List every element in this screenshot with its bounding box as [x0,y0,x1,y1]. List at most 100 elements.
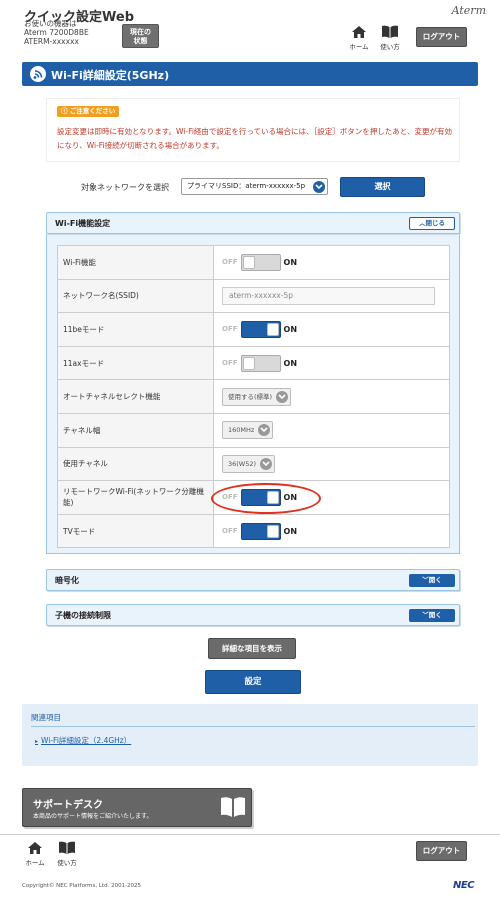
device-name: ATERM-xxxxxx [24,37,79,46]
setting-value-cell: 使用する(標準) [213,379,450,414]
toggle-knob [242,255,255,269]
book-icon [382,25,398,38]
current-status-button[interactable]: 現在の 状態 [122,24,159,48]
restriction-expand-button[interactable]: ﹀開く [409,609,455,622]
page-title-bar: Wi-Fi詳細設定(5GHz) [22,62,478,86]
toggle-track[interactable] [240,354,281,372]
setting-select[interactable]: 160MHz [222,421,274,440]
support-desk-title: サポートデスク [33,800,103,811]
howto-nav[interactable]: 使い方 [375,25,405,51]
target-network-select[interactable]: プライマリSSID：aterm-xxxxxx-5p [181,178,328,195]
ssid-input[interactable]: aterm-xxxxxx-5p [222,286,435,305]
toggle-off-label: OFF [222,359,238,368]
setting-value-cell: 160MHz [213,412,450,448]
target-network-value: プライマリSSID：aterm-xxxxxx-5p [187,182,306,190]
wifi-icon [30,66,46,82]
highlight-ring [211,483,321,514]
setting-select[interactable]: 使用する(標準) [222,387,292,406]
setting-label: 11axモード [57,345,214,381]
setting-value-cell: OFF ON [213,312,450,347]
caution-info-icon: ⓘ [61,107,70,115]
apply-settings-button[interactable]: 設定 [205,670,301,694]
setting-label: オートチャネルセレクト機能 [57,379,214,414]
howto-label: 使い方 [380,43,400,51]
restriction-section-header: 子機の接続制限 ﹀開く [46,604,460,626]
restriction-section-title: 子機の接続制限 [55,611,111,620]
toggle-knob [266,322,279,336]
encryption-section-title: 暗号化 [55,576,79,585]
related-link-label: Wi-Fi詳細設定（2.4GHz） [41,736,132,745]
encryption-expand-button[interactable]: ﹀開く [409,574,455,587]
settings-row: 11axモード OFF ON [57,345,450,381]
toggle-switch[interactable]: OFF ON [222,522,297,540]
home-icon [28,842,42,854]
target-network-label: 対象ネットワークを選択 [81,183,169,192]
toggle-on-label: ON [283,257,298,267]
collapse-button[interactable]: ︿閉じる [409,217,455,230]
caution-tag: ⓘ ご注意ください [57,106,120,117]
toggle-off-label: OFF [222,527,238,536]
support-desk-subtitle: 本商品のサポート情報をご紹介いたします。 [33,813,153,820]
show-detail-button[interactable]: 詳細な項目を表示 [208,638,296,659]
toggle-track[interactable] [240,320,281,338]
toggle-track[interactable] [240,253,281,271]
book-icon [221,797,245,817]
footer-logout-button[interactable]: ログアウト [416,841,467,861]
footer-howto-nav[interactable]: 使い方 [52,841,82,867]
book-icon [59,841,75,854]
setting-select-value: 160MHz [228,426,255,435]
home-nav[interactable]: ホーム [344,25,374,51]
settings-row: ネットワーク名(SSID) aterm-xxxxxx-5p [57,278,450,314]
page-title: Wi-Fi詳細設定(5GHz) [51,69,170,82]
collapse-label: 閉じる [425,219,446,227]
setting-select-value: 36(W52) [228,459,257,468]
settings-row: 11beモード OFF ON [57,312,450,347]
footer-home-nav[interactable]: ホーム [20,841,50,867]
logout-button[interactable]: ログアウト [416,27,467,47]
setting-select-value: 使用する(標準) [228,392,273,401]
setting-label: 使用チャネル [57,446,214,482]
status-button-line1: 現在の [130,28,151,36]
footer-home-label: ホーム [25,859,45,867]
setting-value-cell: OFF ON [213,345,450,381]
toggle-knob [266,524,279,538]
wifi-function-section-title: Wi-Fi機能設定 [55,219,111,228]
chevron-down-icon [313,181,325,193]
settings-row: TVモード OFF ON [57,513,450,549]
copyright: Copyright© NEC Platforms, Ltd. 2001-2025 [22,883,142,889]
chevron-down-icon [276,390,289,403]
footer-howto-label: 使い方 [57,859,77,867]
toggle-switch[interactable]: OFF ON [222,253,298,271]
status-button-line2: 状態 [133,37,148,45]
toggle-on-label: ON [283,358,298,368]
setting-label: 11beモード [57,312,214,347]
toggle-knob [242,356,255,370]
setting-select[interactable]: 36(W52) [222,454,276,473]
select-network-button[interactable]: 選択 [340,177,425,197]
setting-label: Wi-Fi機能 [57,245,214,280]
toggle-switch[interactable]: OFF ON [222,354,298,372]
expand-label: 開く [428,576,442,584]
caution-text: 設定変更は即時に有効となります。Wi-Fi経由で設定を行っている場合には、［設定… [57,127,452,150]
toggle-off-label: OFF [222,325,238,334]
related-link-24ghz[interactable]: ▸ Wi-Fi詳細設定（2.4GHz） [35,735,131,746]
encryption-section-header: 暗号化 ﹀開く [46,569,460,591]
toggle-track[interactable] [240,522,281,540]
setting-label: チャネル幅 [57,412,214,448]
settings-row: チャネル幅 160MHz [57,412,450,448]
setting-value-cell: 36(W52) [213,446,450,482]
setting-label: リモートワークWi-Fi(ネットワーク分離機能) [57,480,214,515]
setting-value-cell: OFF ON [213,513,450,549]
support-desk-banner[interactable]: サポートデスク 本商品のサポート情報をご紹介いたします。 [22,788,252,827]
nec-logo: NEC [453,880,475,891]
aterm-logo: Aterm [451,4,486,17]
setting-value-cell: aterm-xxxxxx-5p [213,278,450,314]
chevron-down-icon [258,424,271,437]
setting-label: TVモード [57,513,214,549]
arrow-right-icon: ▸ [35,738,39,745]
toggle-on-label: ON [283,324,298,334]
toggle-off-label: OFF [222,258,238,267]
settings-row: オートチャネルセレクト機能 使用する(標準) [57,379,450,414]
toggle-switch[interactable]: OFF ON [222,320,298,338]
footer-divider [0,834,500,835]
